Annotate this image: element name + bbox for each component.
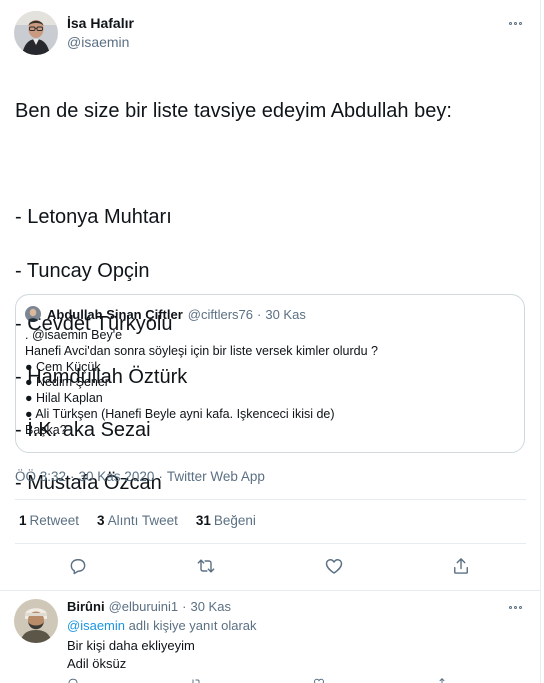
like-count: 31 [195,513,211,528]
reply-icon[interactable] [64,552,92,580]
reply-text-line: Adil öksüz [67,656,127,671]
reply-retweet-icon[interactable] [190,677,202,683]
tweet-text-line [15,151,530,177]
quote-count-link[interactable]: 3 Alıntı Tweet [97,513,178,528]
quoted-text-line: . @isaemin Bey'e [25,328,123,342]
retweet-icon[interactable] [192,552,220,580]
reply-author-handle[interactable]: @elburuini1 [109,599,179,614]
share-icon[interactable] [447,552,475,580]
reply-header: Birûni @elburuini1 · 30 Kas [67,599,231,614]
quoted-tweet-card[interactable]: Abdullah Sinan Çiftler @ciftlers76 · 30 … [15,294,525,453]
meta-separator: · [70,469,75,484]
tweet-time-link[interactable]: ÖÖ 3:32 [15,469,66,484]
meta-divider [15,499,526,500]
quote-count: 3 [97,513,105,528]
author-name[interactable]: İsa Hafalır [67,14,134,32]
reply-more-options-icon[interactable] [503,599,527,615]
more-options-icon[interactable] [503,15,527,31]
reply-text: Bir kişi daha ekliyeyim Adil öksüz [67,637,195,673]
retweet-label: Retweet [29,513,80,528]
meta-separator: · [158,469,163,484]
tweet-text-line: - Letonya Muhtarı [15,206,172,229]
tweet-meta: ÖÖ 3:32 · 30 Kas 2020 · Twitter Web App [15,469,265,484]
tweet-stats: 1 Retweet 3 Alıntı Tweet 31 Beğeni [19,513,256,528]
tweet-text-line: Ben de size bir liste tavsiye edeyim Abd… [15,100,452,122]
replying-to-suffix: adlı kişiye yanıt olarak [125,618,257,633]
author-block: İsa Hafalır @isaemin [67,14,134,51]
quoted-tweet-text: . @isaemin Bey'e Hanefi Avci'dan sonra s… [25,328,515,439]
quoted-separator: · [257,306,262,322]
quoted-text-line: ● Hilal Kaplan [25,391,103,406]
retweet-count: 1 [19,513,27,528]
quoted-author-avatar [25,306,41,322]
author-avatar[interactable] [14,11,58,55]
quoted-date: 30 Kas [265,306,306,322]
stats-divider [15,543,526,544]
tweet-actions [0,552,541,580]
reply-text-line: Bir kişi daha ekliyeyim [67,638,195,653]
quoted-tweet-header: Abdullah Sinan Çiftler @ciftlers76 · 30 … [25,306,306,322]
tweet-text-line: - Tuncay Opçin [15,259,150,282]
like-icon[interactable] [320,552,348,580]
quoted-text-line: Hanefi Avci'dan sonra söyleşi için bir l… [25,343,379,358]
quoted-text-line: ● Nedim Şener [25,375,109,390]
reply-tweet[interactable]: Birûni @elburuini1 · 30 Kas @isaemin adl… [0,591,541,683]
quoted-text-line: ● Ali Türkşen (Hanefi Beyle ayni kafa. I… [25,406,335,421]
reply-author-name[interactable]: Birûni [67,599,105,614]
reply-author-avatar[interactable] [14,599,58,643]
reply-like-icon[interactable] [313,677,325,683]
reply-reply-icon[interactable] [67,677,79,683]
quoted-author-name: Abdullah Sinan Çiftler [47,306,183,322]
reply-share-icon[interactable] [436,677,448,683]
quoted-text-line: Başka? [25,422,67,437]
tweet-date-link[interactable]: 30 Kas 2020 [79,469,155,484]
replying-to-mention[interactable]: @isaemin [67,618,125,633]
quote-label: Alıntı Tweet [107,513,178,528]
reply-actions [67,677,527,683]
author-handle[interactable]: @isaemin [67,33,134,51]
replying-to-label: @isaemin adlı kişiye yanıt olarak [67,618,257,633]
like-label: Beğeni [213,513,256,528]
quoted-text-line: ● Cem Küçük [25,359,101,374]
reply-separator-dot: · [182,599,187,614]
retweet-count-link[interactable]: 1 Retweet [19,513,79,528]
tweet-source-link[interactable]: Twitter Web App [167,469,265,484]
reply-date[interactable]: 30 Kas [190,599,230,614]
like-count-link[interactable]: 31 Beğeni [196,513,256,528]
quoted-author-handle: @ciftlers76 [187,306,254,322]
